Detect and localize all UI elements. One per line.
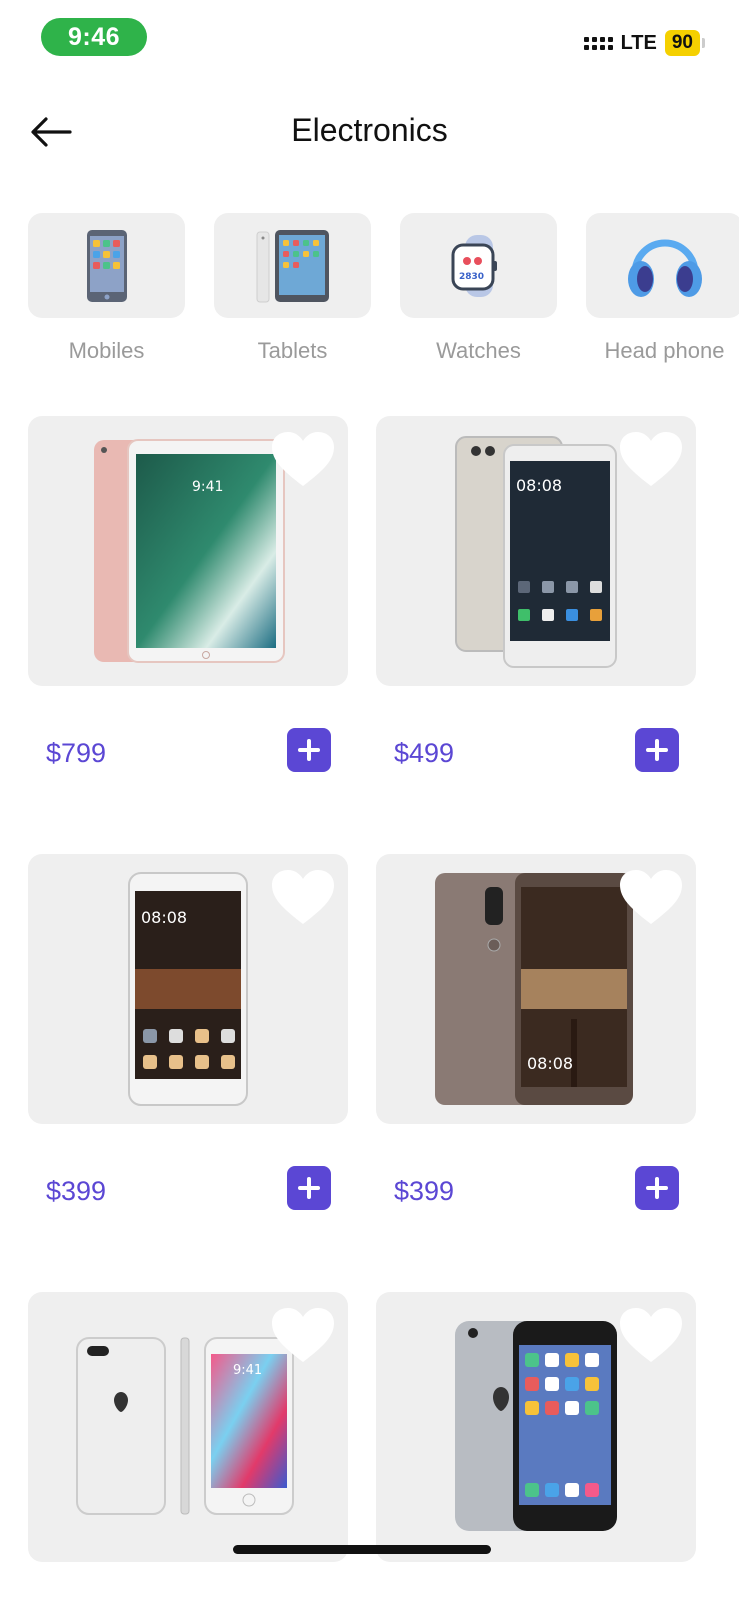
plus-icon <box>298 739 320 761</box>
page-title: Electronics <box>291 112 448 148</box>
product-image[interactable]: 08:08 <box>28 854 348 1124</box>
svg-text:2830: 2830 <box>459 272 484 282</box>
product-image[interactable]: 9:41 <box>28 416 348 686</box>
category-label: Mobiles <box>68 338 145 363</box>
tablet-product-image: 9:41 <box>94 439 285 663</box>
category-tile[interactable] <box>586 213 739 318</box>
product-image[interactable]: 08:08 <box>376 854 696 1124</box>
product-price: $499 <box>394 738 455 768</box>
add-to-cart-button[interactable] <box>635 728 679 772</box>
product-card[interactable]: 08:08 $499 <box>376 416 696 796</box>
signal-icon <box>583 36 613 50</box>
price-row: $399 <box>28 1124 348 1234</box>
category-label: Tablets <box>257 338 328 363</box>
tablet-icon <box>256 229 329 302</box>
add-to-cart-button[interactable] <box>635 1166 679 1210</box>
svg-text:9:41: 9:41 <box>192 479 223 495</box>
phone-product-image <box>455 1321 617 1531</box>
price-row: $499 <box>376 686 696 796</box>
category-tile[interactable] <box>28 213 185 318</box>
svg-text:08:08: 08:08 <box>527 1054 573 1073</box>
smartwatch-icon: 2830 <box>451 234 497 297</box>
plus-icon <box>646 739 668 761</box>
favorite-heart-icon[interactable] <box>270 1306 336 1366</box>
status-indicators: LTE 90 <box>583 30 705 56</box>
product-card[interactable] <box>376 1292 696 1562</box>
category-headphones[interactable]: Head phone <box>586 213 739 364</box>
mobile-phone-icon <box>86 229 127 302</box>
category-label: Head phone <box>604 338 725 363</box>
svg-text:08:08: 08:08 <box>516 476 562 495</box>
product-image[interactable]: 9:41 <box>28 1292 348 1562</box>
category-tile[interactable]: 2830 <box>400 213 557 318</box>
phone-product-image: 9:41 <box>76 1337 294 1515</box>
plus-icon <box>298 1177 320 1199</box>
phone-product-image: 08:08 <box>435 873 633 1105</box>
product-card[interactable]: 9:41 $799 <box>28 416 348 796</box>
plus-icon <box>646 1177 668 1199</box>
price-row: $399 <box>376 1124 696 1234</box>
favorite-heart-icon[interactable] <box>270 868 336 928</box>
product-card[interactable]: 9:41 <box>28 1292 348 1562</box>
category-tablets[interactable]: Tablets <box>214 213 371 364</box>
product-price: $799 <box>46 738 107 768</box>
favorite-heart-icon[interactable] <box>618 430 684 490</box>
product-price: $399 <box>46 1176 107 1206</box>
category-list[interactable]: Mobiles Tablets 2830 Watches Head phone <box>28 213 739 373</box>
price-row: $799 <box>28 686 348 796</box>
product-card[interactable]: 08:08 $399 <box>376 854 696 1234</box>
status-bar: 9:46 LTE 90 <box>0 0 739 80</box>
favorite-heart-icon[interactable] <box>618 868 684 928</box>
category-tile[interactable] <box>214 213 371 318</box>
battery-icon: 90 <box>664 30 705 56</box>
favorite-heart-icon[interactable] <box>270 430 336 490</box>
svg-text:08:08: 08:08 <box>141 908 187 927</box>
add-to-cart-button[interactable] <box>287 728 331 772</box>
product-image[interactable] <box>376 1292 696 1562</box>
favorite-heart-icon[interactable] <box>618 1306 684 1366</box>
status-time: 9:46 <box>41 18 147 56</box>
network-type: LTE <box>620 31 657 54</box>
product-image[interactable]: 08:08 <box>376 416 696 686</box>
product-card[interactable]: 08:08 $399 <box>28 854 348 1234</box>
phone-product-image: 08:08 <box>455 436 617 668</box>
category-watches[interactable]: 2830 Watches <box>400 213 557 364</box>
category-label: Watches <box>436 338 521 363</box>
battery-level: 90 <box>664 30 700 56</box>
svg-text:9:41: 9:41 <box>233 1363 262 1378</box>
category-mobiles[interactable]: Mobiles <box>28 213 185 364</box>
add-to-cart-button[interactable] <box>287 1166 331 1210</box>
product-price: $399 <box>394 1176 455 1206</box>
phone-product-image: 08:08 <box>128 872 248 1106</box>
headphones-icon <box>627 239 702 297</box>
home-indicator[interactable] <box>233 1545 491 1554</box>
header: Electronics <box>0 100 739 164</box>
